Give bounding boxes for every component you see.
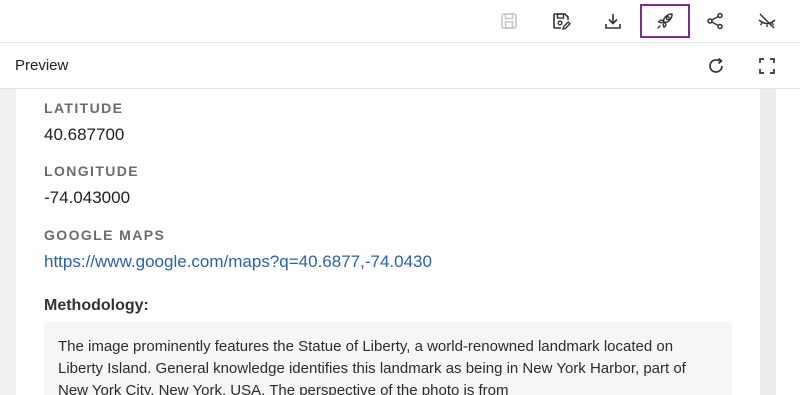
methodology-title: Methodology:	[44, 297, 149, 314]
preview-content: LATITUDE 40.687700 LONGITUDE -74.043000 …	[16, 89, 760, 395]
save-disabled-icon	[501, 13, 517, 29]
refresh-icon	[709, 57, 723, 73]
google-maps-link[interactable]: https://www.google.com/maps?q=40.6877,-7…	[44, 252, 432, 272]
google-maps-label: GOOGLE MAPS	[44, 227, 166, 243]
longitude-label: LONGITUDE	[44, 163, 140, 179]
download-button[interactable]	[588, 4, 638, 38]
latitude-value: 40.687700	[44, 125, 125, 144]
share-button[interactable]	[690, 4, 740, 38]
share-icon	[707, 12, 723, 30]
latitude-label: LATITUDE	[44, 100, 124, 116]
deploy-button[interactable]	[640, 4, 690, 38]
left-gutter	[0, 89, 16, 395]
download-icon	[605, 14, 621, 29]
scrollbar-track[interactable]	[760, 89, 776, 395]
save-button[interactable]	[484, 4, 534, 38]
refresh-button[interactable]	[703, 53, 729, 79]
fullscreen-icon	[759, 58, 775, 74]
preview-header: Preview	[0, 43, 800, 89]
save-as-button[interactable]	[536, 4, 586, 38]
hide-icon	[758, 13, 776, 29]
longitude-value: -74.043000	[44, 188, 131, 207]
top-toolbar	[0, 0, 800, 43]
fullscreen-button[interactable]	[754, 53, 780, 79]
rocket-icon	[657, 13, 673, 29]
methodology-text: The image prominently features the Statu…	[44, 322, 732, 395]
hide-button[interactable]	[742, 4, 792, 38]
save-edit-icon	[553, 13, 571, 30]
preview-title: Preview	[15, 57, 69, 74]
right-edge	[776, 89, 800, 395]
